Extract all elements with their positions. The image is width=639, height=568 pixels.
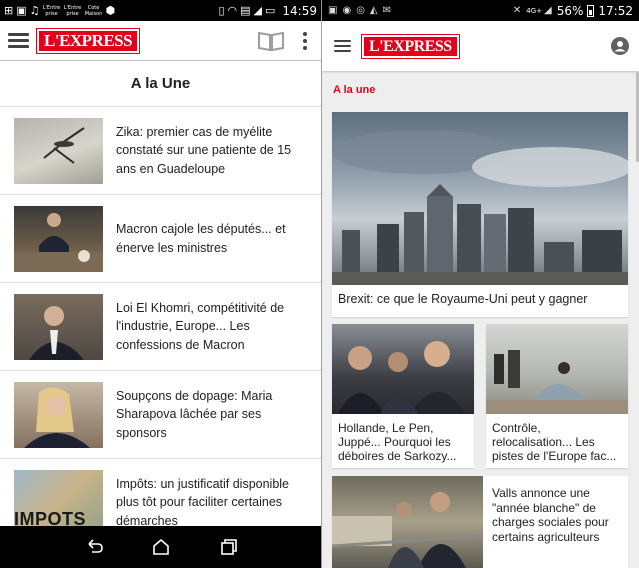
app-bar: L'EXPRESS [0,21,321,61]
mute-icon: ✕ [512,5,522,16]
article-title: Macron cajole les députés... et énerve l… [116,222,286,255]
lexpress-logo[interactable]: L'EXPRESS [35,27,141,54]
article-thumbnail [14,381,103,448]
hero-caption: Brexit: ce que le Royaume-Uni peut y gag… [338,292,588,306]
mail-icon: ✉ [382,5,392,16]
article-thumbnail [14,205,103,272]
sim-icon: ▤ [240,4,251,17]
overflow-menu-icon[interactable] [303,32,307,50]
battery-percent: 56% [556,3,584,18]
status-bar: ⊞ ▣ ♫ L'Entre prise L'Entre prise Cote M… [0,0,321,21]
snapchat-icon: ◭ [369,5,378,16]
home-icon[interactable] [150,536,172,558]
article-image [332,476,483,568]
article-item[interactable]: Zika: premier cas de myélite constaté su… [0,107,321,195]
vibrate-icon: ▯ [218,4,225,17]
article-card[interactable]: Contrôle, relocalisation... Les pistes d… [486,324,628,468]
article-caption: Contrôle, relocalisation... Les pistes d… [492,421,617,463]
network-type: 4G+ [526,6,543,15]
article-image [486,324,628,414]
hero-article-card[interactable]: Brexit: ce que le Royaume-Uni peut y gag… [332,112,628,317]
add-icon: ⊞ [4,4,14,17]
article-title: Loi El Khomri, compétitivité de l'indust… [116,300,285,352]
shield-icon: ⬢ [105,4,116,17]
article-image [332,324,474,414]
status-right: ▯ ◠ ▤ ◢ ▭ 14:59 [218,4,317,18]
menu-icon[interactable] [8,33,29,48]
hero-image [332,112,628,285]
article-title: Soupçons de dopage: Maria Sharapova lâch… [116,388,273,440]
briefcase-icon: ▣ [16,4,27,17]
section-title: A la Une [0,61,321,107]
whatsapp-icon: ◎ [356,5,365,16]
status-right: ✕ 4G+ ◢ 56% 17:52 [513,4,633,18]
notification-label-3: Cote Maison [84,4,103,17]
notification-label-1: L'Entre prise [42,4,61,17]
book-icon[interactable] [257,30,285,52]
music-icon: ♫ [29,4,40,17]
article-item[interactable]: Macron cajole les députés... et énerve l… [0,195,321,283]
left-app-screen: ⊞ ▣ ♫ L'Entre prise L'Entre prise Cote M… [0,0,321,568]
section-title: A la une [333,84,376,96]
battery-icon: ▭ [265,4,276,17]
article-title: Impôts: un justificatif disponible plus … [116,476,290,528]
menu-icon[interactable] [334,40,351,52]
chat-icon: ◉ [342,5,352,16]
facebook-icon: ▣ [328,5,338,16]
account-icon[interactable] [611,37,629,55]
signal-icon: ◢ [544,5,552,16]
article-card[interactable]: Hollande, Le Pen, Juppé... Pourquoi les … [332,324,474,468]
wifi-icon: ◠ [227,4,238,17]
navigation-bar [0,526,321,568]
article-item[interactable]: Soupçons de dopage: Maria Sharapova lâch… [0,371,321,459]
article-thumbnail [14,117,103,184]
lexpress-logo[interactable]: L'EXPRESS [361,33,460,59]
battery-icon [587,4,595,17]
status-time: 14:59 [282,3,317,18]
article-caption: Hollande, Le Pen, Juppé... Pourquoi les … [338,421,457,463]
article-title: Zika: premier cas de myélite constaté su… [116,124,292,176]
article-card[interactable]: Valls annonce une "année blanche" de cha… [332,476,628,568]
signal-icon: ◢ [253,4,262,17]
article-item[interactable]: Loi El Khomri, compétitivité de l'indust… [0,283,321,371]
notification-label-2: L'Entre prise [63,4,82,17]
article-caption: Valls annonce une "année blanche" de cha… [492,486,609,544]
status-time: 17:52 [598,3,633,18]
recent-apps-icon[interactable] [217,536,239,558]
back-icon[interactable] [83,536,105,558]
status-bar: ▣ ◉ ◎ ◭ ✉ ✕ 4G+ ◢ 56% 17:52 [322,0,639,21]
right-app-screen: ▣ ◉ ◎ ◭ ✉ ✕ 4G+ ◢ 56% 17:52 L'EXPRESS A … [322,0,639,568]
app-bar: L'EXPRESS [322,21,639,71]
article-thumbnail [14,293,103,360]
